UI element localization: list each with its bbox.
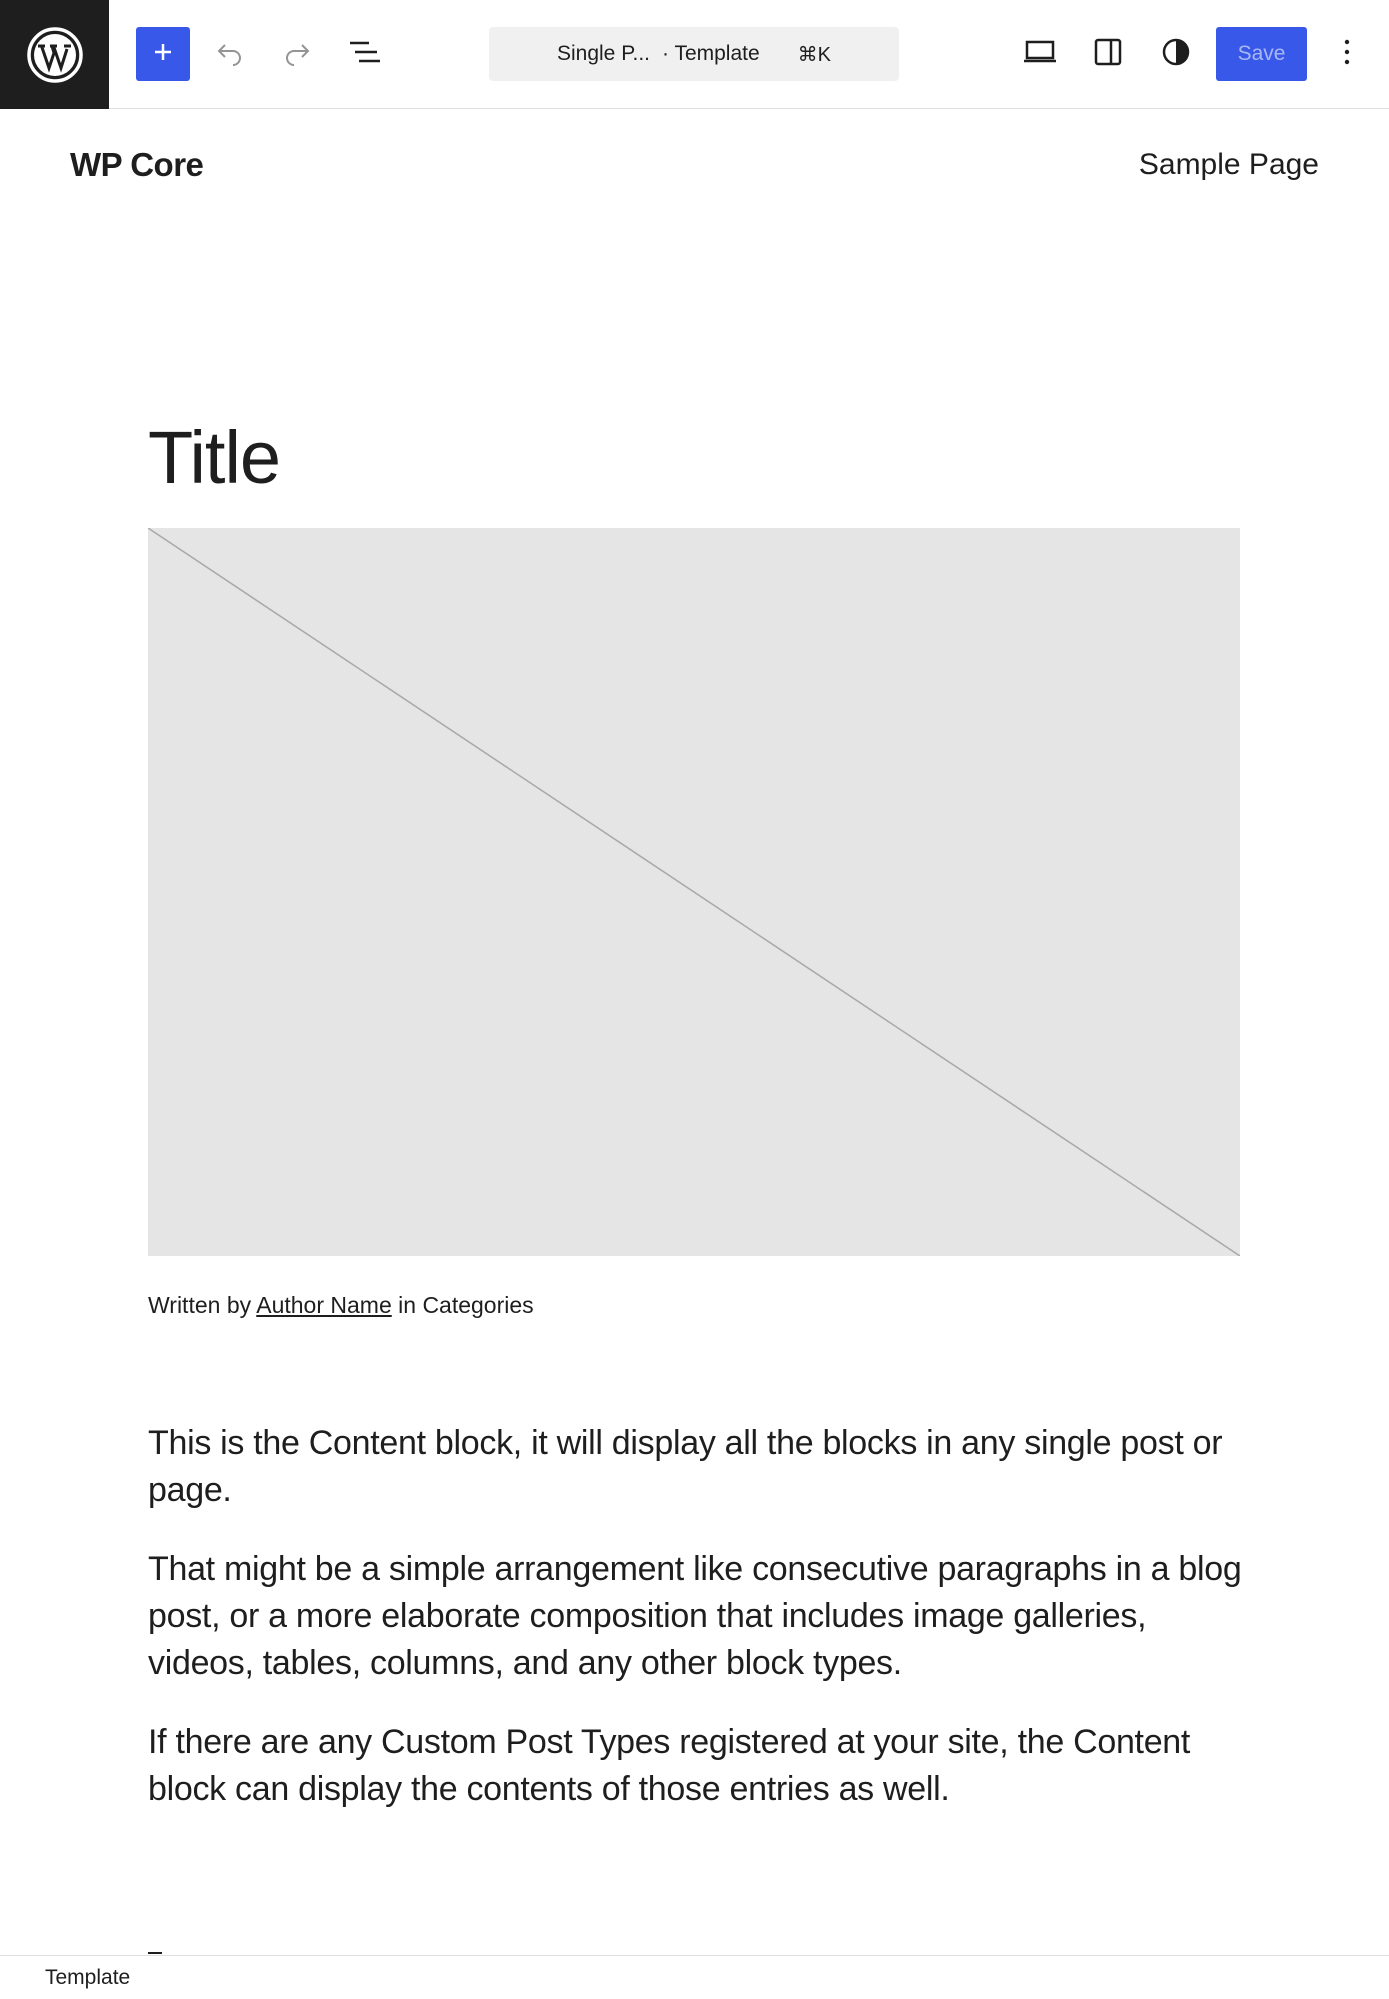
nav-item-sample-page[interactable]: Sample Page [1139,148,1319,182]
editor-footer: Template [0,1955,1389,1999]
document-type: · Template [662,42,760,65]
content-paragraph[interactable]: This is the Content block, it will displ… [148,1420,1248,1514]
command-shortcut: ⌘K [797,43,832,66]
post-categories[interactable]: Categories [422,1292,533,1318]
styles-button[interactable] [1149,27,1203,81]
command-palette-button[interactable]: Single P... · Template ⌘K [489,27,899,81]
featured-image-placeholder[interactable] [148,528,1240,1256]
post-title[interactable]: Title [148,415,281,500]
sidebar-toggle-icon [1093,37,1123,72]
more-vertical-icon [1343,38,1351,71]
block-inserter-button[interactable] [136,27,190,81]
post-content-block[interactable]: This is the Content block, it will displ… [148,1420,1248,1845]
editor-canvas[interactable]: WP Core Sample Page Title Written by Aut… [0,110,1389,1955]
device-preview-button[interactable] [1013,27,1067,81]
block-breadcrumb[interactable]: Template [45,1966,130,1990]
undo-button[interactable] [203,27,257,81]
undo-icon [215,37,245,72]
document-title: Single P... [556,42,650,65]
redo-button[interactable] [270,27,324,81]
content-paragraph[interactable]: That might be a simple arrangement like … [148,1546,1248,1687]
image-placeholder-diagonal [148,528,1240,1256]
desktop-view-icon [1022,39,1058,70]
save-button[interactable]: Save [1216,27,1307,81]
author-link[interactable]: Author Name [256,1292,392,1318]
site-title[interactable]: WP Core [70,146,204,184]
settings-sidebar-button[interactable] [1081,27,1135,81]
post-meta: Written by Author Name in Categories [148,1292,534,1319]
options-menu-button[interactable] [1320,27,1374,81]
list-view-button[interactable] [338,27,392,81]
styles-contrast-icon [1161,37,1191,72]
wordpress-logo-icon[interactable] [0,0,109,109]
editor-header: Single P... · Template ⌘K Save [0,0,1389,109]
separator-block [148,1952,162,1954]
list-view-icon [349,40,381,69]
redo-icon [282,37,312,72]
meta-prefix: Written by [148,1292,252,1318]
meta-middle: in [398,1292,417,1318]
plus-icon [151,40,175,69]
content-paragraph[interactable]: If there are any Custom Post Types regis… [148,1719,1248,1813]
